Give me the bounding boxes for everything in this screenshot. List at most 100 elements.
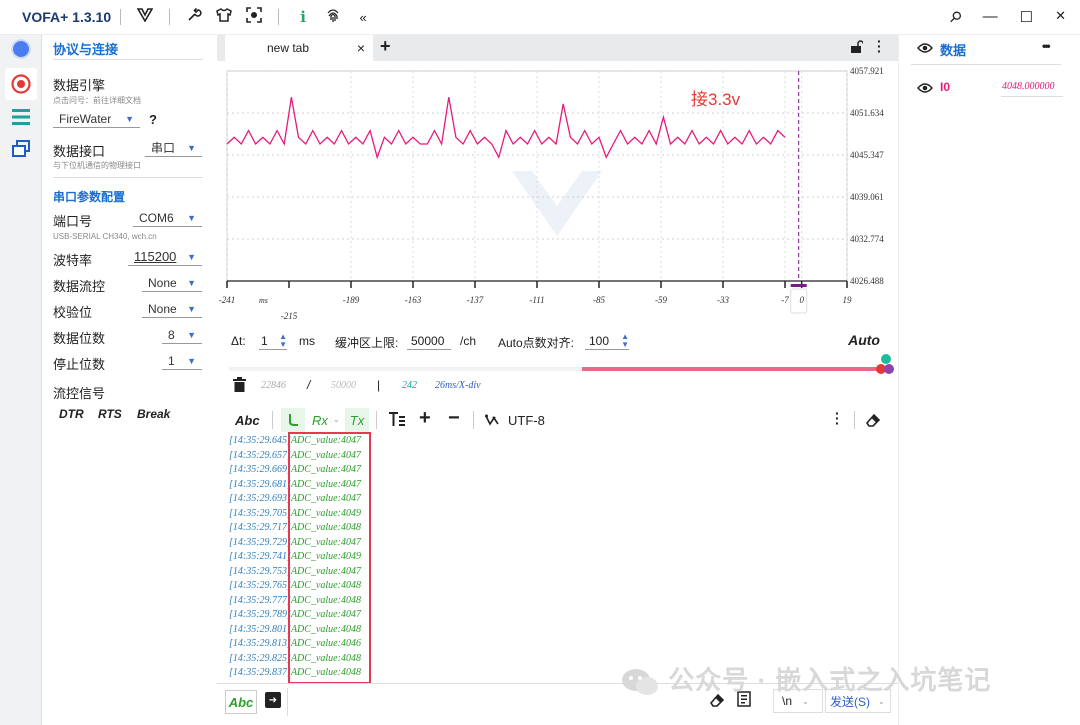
- channel-name[interactable]: I0: [940, 80, 950, 94]
- data-bits-select[interactable]: 8 ▼: [162, 326, 202, 344]
- data-panel: 数据 ••• I0 4048.000000: [898, 35, 1080, 725]
- connection-icon[interactable]: [9, 37, 33, 61]
- shirt-icon[interactable]: [215, 7, 233, 27]
- port-select[interactable]: COM6 ▼: [133, 209, 202, 227]
- cursor-handle[interactable]: [790, 284, 807, 287]
- baud-select[interactable]: 115200 ▼: [128, 248, 202, 266]
- dt-value: 1: [261, 333, 268, 348]
- x-tick-label: -189: [343, 295, 360, 305]
- collapse-icon[interactable]: «: [354, 10, 372, 25]
- history-scrollbar[interactable]: [229, 367, 883, 371]
- divider: [120, 9, 122, 25]
- display-mode-abc[interactable]: Abc: [235, 413, 260, 428]
- eye-icon[interactable]: [917, 41, 933, 59]
- vofa-logo-icon[interactable]: [136, 8, 154, 26]
- x-axis-unit: ms: [259, 296, 268, 305]
- buffer-input[interactable]: 50000: [407, 332, 451, 350]
- add-tab-button[interactable]: +: [380, 36, 391, 57]
- more-vertical-icon[interactable]: · · ·: [877, 34, 882, 58]
- timestamp: [14:35:29.693]: [229, 493, 291, 504]
- format-text-icon[interactable]: [389, 412, 405, 431]
- engine-select[interactable]: FireWater ▼: [53, 110, 140, 128]
- encoding-icon[interactable]: [485, 413, 501, 431]
- x-tick-label: -163: [405, 295, 422, 305]
- align-label: Auto点数对齐:: [498, 336, 575, 350]
- x-div: 26ms/X-div: [435, 380, 481, 391]
- send-mode-abc[interactable]: Abc: [225, 690, 257, 714]
- tab-new-tab[interactable]: new tab ×: [225, 35, 373, 61]
- y-tick-label: 4032.774: [850, 234, 884, 244]
- app-title: VOFA+ 1.3.10: [22, 9, 112, 25]
- waveform-chart[interactable]: 4057.921 4051.634 4045.347 4039.061 4032.774…: [217, 61, 898, 323]
- timestamp: [14:35:29.753]: [229, 565, 291, 577]
- timestamp-toggle-icon[interactable]: [281, 408, 305, 432]
- port-description: USB-SERIAL CH340, wch.cn: [53, 232, 157, 241]
- info-icon[interactable]: i: [294, 8, 312, 26]
- auto-button[interactable]: Auto: [848, 332, 880, 348]
- spinner-icon[interactable]: ▲ ▼: [279, 332, 287, 349]
- channel-eye-icon[interactable]: [917, 81, 933, 99]
- interface-value: 串口: [151, 141, 176, 155]
- color-dots-icon[interactable]: [873, 353, 895, 377]
- flow-control-value: None: [148, 275, 177, 290]
- windows-icon[interactable]: [9, 137, 33, 161]
- timestamp: [14:35:29.777]: [229, 594, 291, 606]
- trash-icon[interactable]: [233, 377, 246, 395]
- encoding-select[interactable]: UTF-8: [508, 413, 545, 428]
- scrollbar-thumb[interactable]: [582, 367, 883, 371]
- timestamp: [14:35:29.669]: [229, 464, 291, 475]
- data-bits-label: 数据位数: [53, 331, 106, 346]
- record-icon[interactable]: [5, 68, 37, 100]
- eraser-icon[interactable]: [865, 412, 881, 433]
- divider: [278, 9, 280, 25]
- connection-panel: 协议与连接 数据引擎 点击问号：前往详细文档 FireWater ▼ ? 数据接口…: [42, 35, 217, 725]
- wechat-icon: [620, 665, 668, 696]
- parity-select[interactable]: None ▼: [142, 300, 202, 318]
- flow-signal-label: 流控信号: [53, 386, 106, 401]
- waveform-plot[interactable]: 4057.921 4051.634 4045.347 4039.061 4032.774…: [217, 61, 898, 323]
- zoom-in-button[interactable]: +: [419, 407, 431, 430]
- parity-value: None: [148, 301, 177, 316]
- dropdown-arrow-icon: ▼: [187, 212, 196, 223]
- pin-icon[interactable]: ⚲: [945, 7, 966, 28]
- break-button[interactable]: Break: [137, 407, 170, 421]
- divider: [53, 59, 203, 60]
- x-tick-label: -85: [593, 295, 605, 305]
- timestamp: [14:35:29.741]: [229, 551, 291, 562]
- fingerprint-icon[interactable]: [324, 7, 342, 27]
- dt-unit: ms: [299, 334, 315, 348]
- buffer-limit: 50000: [331, 380, 356, 391]
- divider: [53, 177, 203, 178]
- chart-grid: [226, 70, 848, 282]
- capture-icon[interactable]: [245, 7, 263, 27]
- timestamp: [14:35:29.717]: [229, 522, 291, 533]
- minimize-button[interactable]: —: [983, 8, 998, 26]
- maximize-button[interactable]: ☐: [1020, 8, 1033, 26]
- rts-button[interactable]: RTS: [98, 407, 122, 421]
- more-vertical-icon[interactable]: · · ·: [835, 406, 840, 430]
- watermark-text: 公众号 · 嵌入式之入坑笔记: [668, 665, 992, 695]
- tx-toggle[interactable]: Tx: [345, 408, 369, 432]
- spinner-icon[interactable]: ▲ ▼: [621, 332, 629, 349]
- stop-bits-select[interactable]: 1 ▼: [162, 352, 202, 370]
- interface-select[interactable]: 串口 ▼: [145, 139, 202, 157]
- more-horizontal-icon[interactable]: •••: [1042, 39, 1050, 53]
- tab-label: new tab: [267, 41, 310, 55]
- wrench-icon[interactable]: [185, 7, 203, 27]
- dt-input[interactable]: 1 ▲ ▼: [259, 332, 287, 350]
- y-tick-label: 4045.347: [850, 150, 884, 160]
- timestamp: [14:35:29.789]: [229, 609, 291, 620]
- list-icon[interactable]: [9, 105, 33, 129]
- close-tab-icon[interactable]: ×: [357, 40, 365, 56]
- zoom-out-button[interactable]: −: [448, 407, 460, 430]
- send-file-icon[interactable]: ➜: [265, 692, 281, 708]
- dtr-button[interactable]: DTR: [59, 407, 84, 421]
- help-icon[interactable]: ?: [149, 112, 157, 127]
- align-input[interactable]: 100 ▲ ▼: [585, 332, 629, 350]
- close-button[interactable]: ✕: [1055, 8, 1066, 26]
- rx-dropdown-icon[interactable]: ⌄: [333, 415, 340, 424]
- rx-toggle[interactable]: Rx: [312, 413, 328, 428]
- slash-separator: /: [307, 378, 311, 392]
- unlock-icon[interactable]: [849, 40, 864, 59]
- flow-control-select[interactable]: None ▼: [142, 274, 202, 292]
